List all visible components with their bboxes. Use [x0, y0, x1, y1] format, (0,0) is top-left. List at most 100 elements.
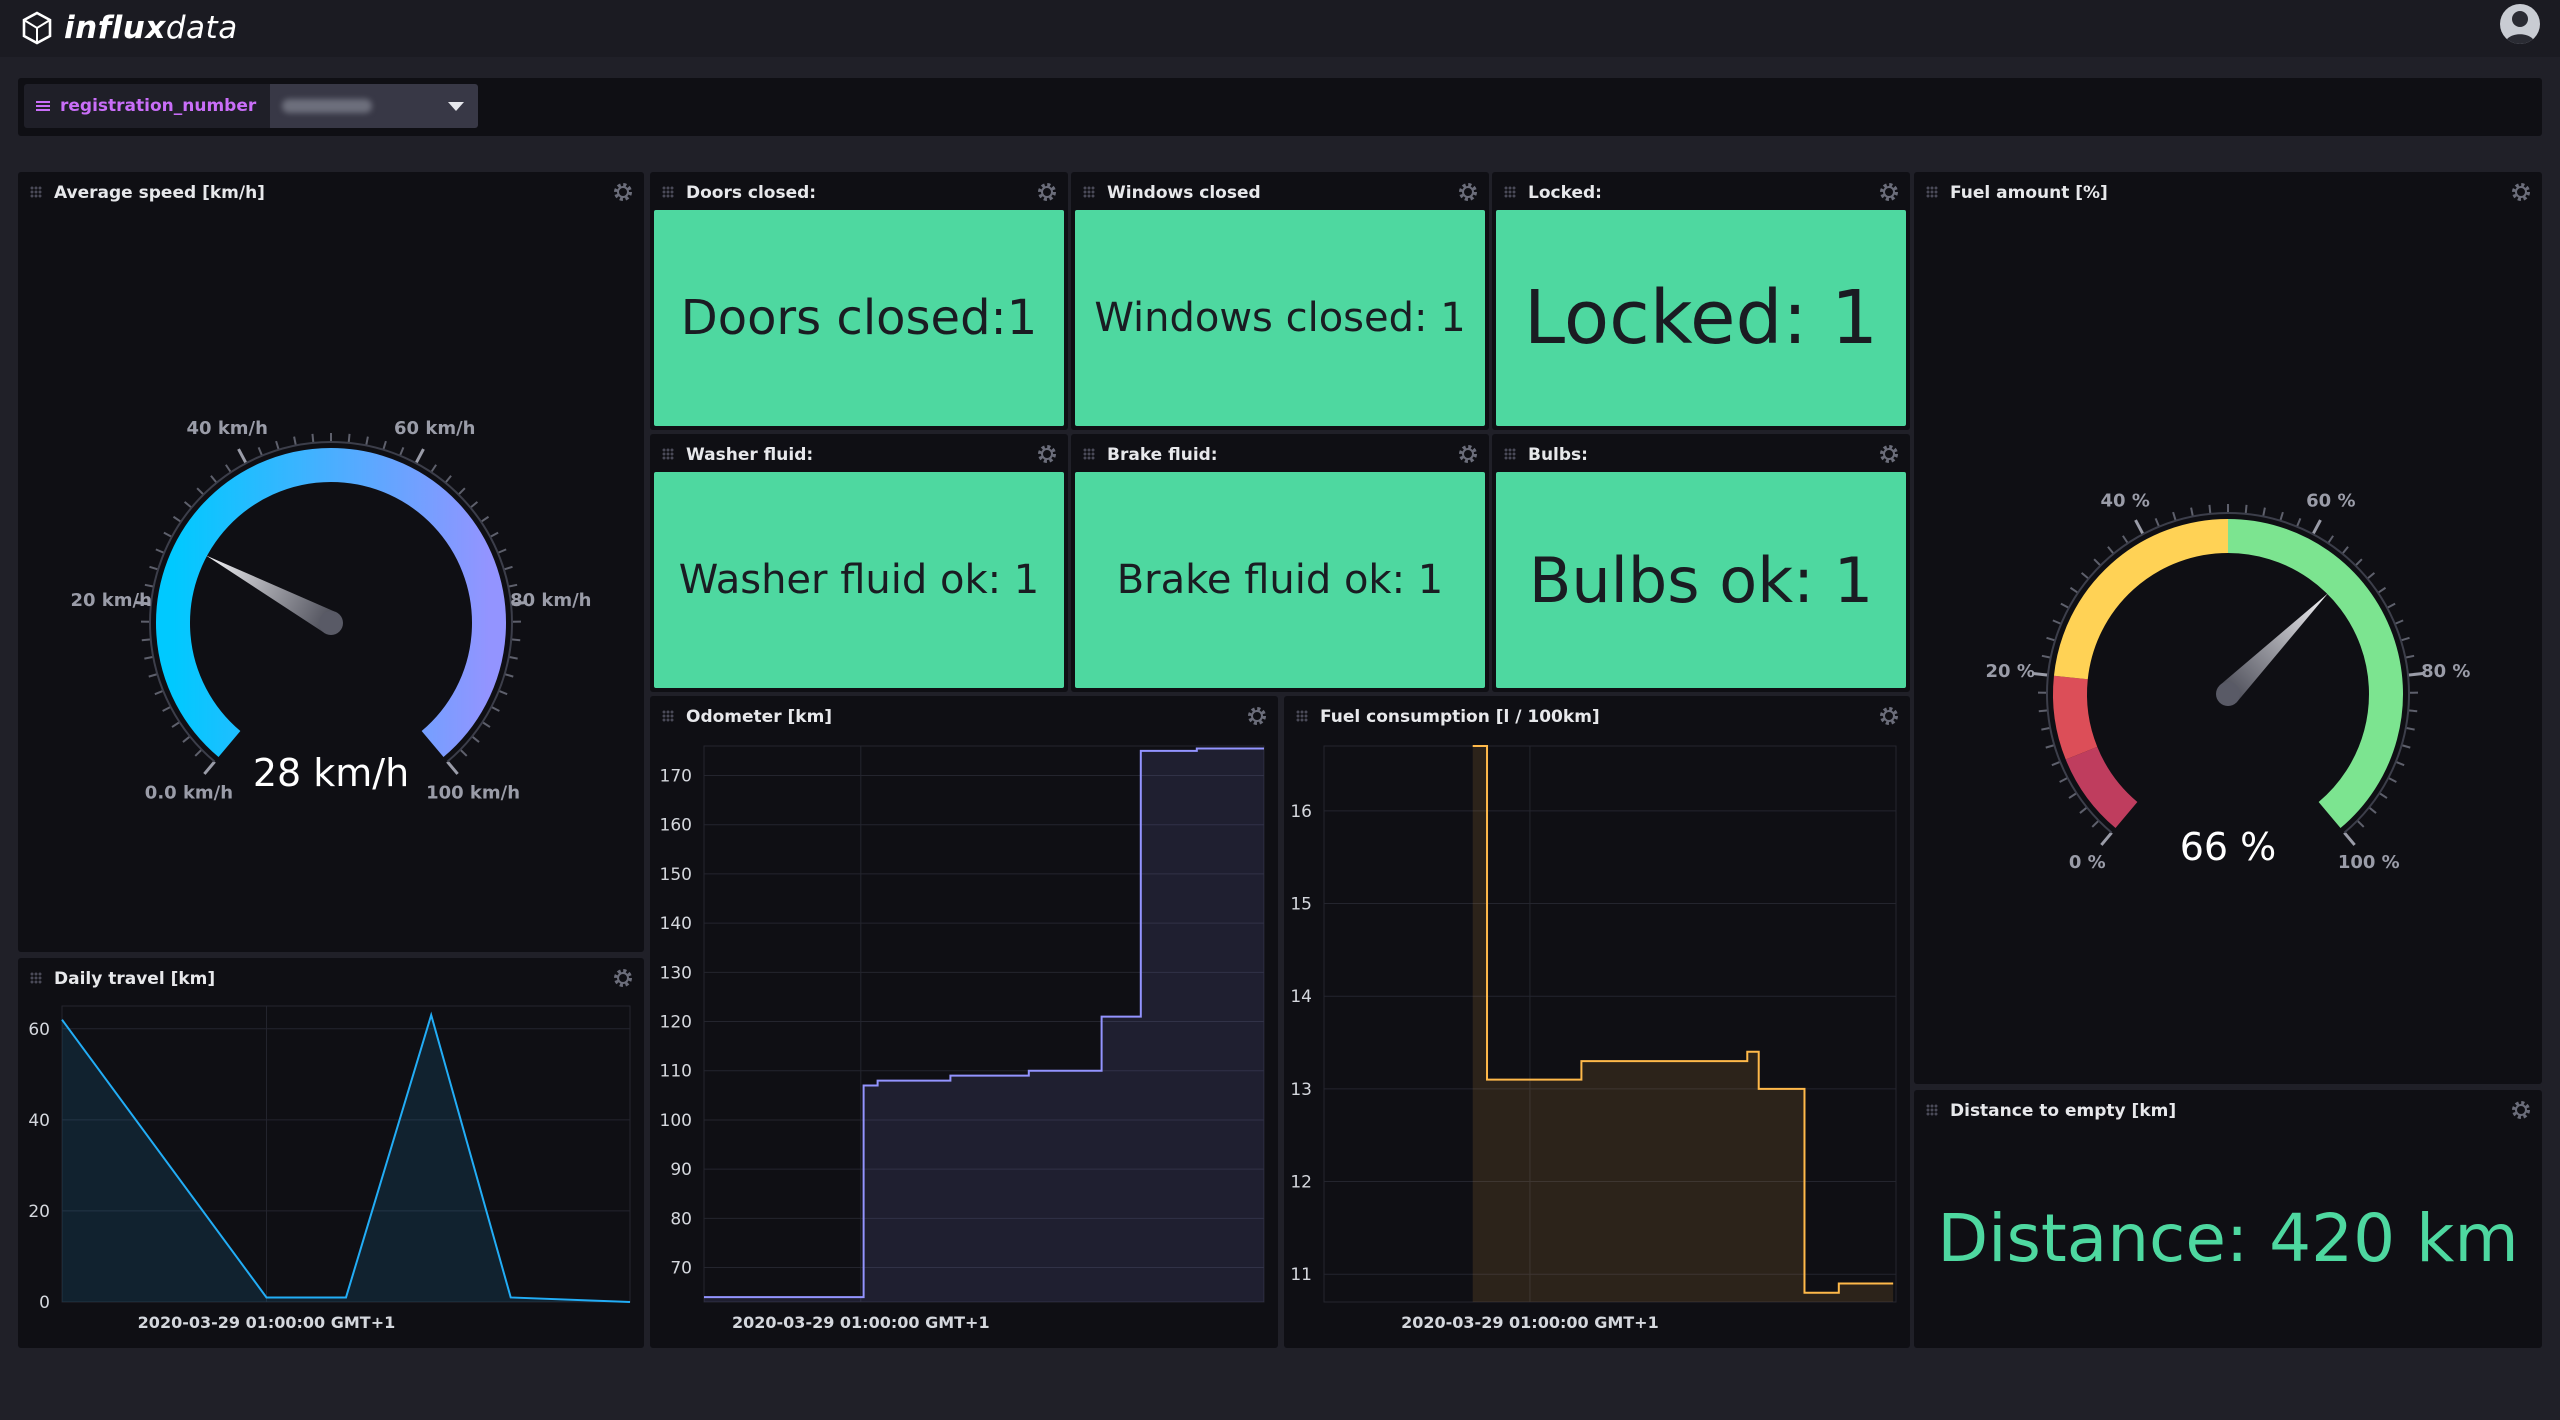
- gauge-minor-tick: [2366, 572, 2376, 580]
- cell-fuel-amount: Fuel amount [%] 0 % 20 % 40 % 60 % 80 % 100 %…: [1914, 172, 2542, 1084]
- drag-handle-icon[interactable]: [1504, 448, 1516, 460]
- gauge-tick-label: 80 %: [2421, 661, 2470, 682]
- cell-locked: Locked: Locked: 1: [1492, 172, 1910, 430]
- gear-icon[interactable]: [2510, 1099, 2532, 1121]
- gauge-minor-tick: [2408, 709, 2418, 713]
- gauge-arc: [156, 448, 506, 758]
- gauge-tick-label: 20 %: [1986, 661, 2035, 682]
- cell-fuel-consumption: Fuel consumption [l / 100km] 11 12 13 14 15 1…: [1284, 696, 1910, 1348]
- y-tick-label: 11: [1290, 1265, 1312, 1285]
- gauge-needle: [206, 555, 337, 634]
- gauge-minor-tick: [171, 721, 181, 728]
- gauge-minor-tick: [257, 446, 263, 457]
- variable-dropdown[interactable]: registration_number: [24, 84, 479, 128]
- drag-handle-icon[interactable]: [1083, 186, 1095, 198]
- gauge-value: 28 km/h: [253, 751, 409, 795]
- gauge-minor-tick: [2107, 546, 2115, 555]
- gauge-tick-label: 20 km/h: [70, 590, 151, 611]
- gauge-minor-tick: [2262, 507, 2266, 517]
- gauge-minor-tick: [2038, 709, 2048, 713]
- y-tick-label: 20: [28, 1202, 50, 1222]
- gauge-major-tick: [2134, 519, 2145, 535]
- gauge-minor-tick: [154, 689, 164, 696]
- cell-title: Distance to empty [km]: [1950, 1101, 2177, 1121]
- gauge-minor-tick: [144, 655, 154, 660]
- gear-icon[interactable]: [1036, 443, 1058, 465]
- gauge-minor-tick: [2395, 760, 2405, 767]
- gear-icon[interactable]: [1457, 443, 1479, 465]
- gauge-minor-tick: [511, 638, 521, 642]
- cell-bulbs: Bulbs: Bulbs ok: 1: [1492, 434, 1910, 692]
- gauge-minor-tick: [311, 433, 315, 443]
- variable-value-select[interactable]: [270, 84, 479, 128]
- logo-text: influxdata: [64, 10, 238, 46]
- cell-washer-fluid: Washer fluid: Washer fluid ok: 1: [650, 434, 1068, 692]
- caret-down-icon[interactable]: [448, 101, 465, 111]
- gauge-minor-tick: [508, 655, 518, 660]
- top-bar: [0, 0, 2560, 57]
- gauge-minor-tick: [480, 515, 490, 523]
- gauge-minor-tick: [2341, 546, 2349, 555]
- y-tick-label: 70: [670, 1259, 692, 1279]
- gauge-major-tick: [414, 448, 425, 464]
- cell-odometer: Odometer [km] 70 80 90 100 110 120 130 140 150 16…: [650, 696, 1278, 1348]
- gauge-minor-tick: [196, 487, 205, 496]
- gauge-minor-tick: [2154, 517, 2160, 528]
- x-tick-label: 2020-03-29 01:00:00 GMT+1: [138, 1313, 396, 1332]
- gear-icon[interactable]: [1878, 443, 1900, 465]
- gauge-minor-tick: [2080, 572, 2090, 580]
- drag-handle-icon[interactable]: [1504, 186, 1516, 198]
- gauge-tick-label: 80 km/h: [510, 590, 591, 611]
- cell-title: Brake fluid:: [1107, 445, 1218, 465]
- daily-travel-chart[interactable]: 0 20 40 60 2020-03-29 01:00:00 GMT+1: [18, 958, 644, 1348]
- y-tick-label: 0: [39, 1293, 50, 1313]
- user-avatar-icon[interactable]: [2500, 4, 2540, 44]
- gauge-minor-tick: [183, 501, 193, 509]
- x-tick-label: 2020-03-29 01:00:00 GMT+1: [732, 1313, 990, 1332]
- gauge-tick-label: 40 %: [2101, 491, 2150, 512]
- gauge-minor-tick: [182, 735, 191, 743]
- drag-handle-icon[interactable]: [662, 448, 674, 460]
- drag-handle-icon[interactable]: [1926, 1104, 1938, 1116]
- y-tick-label: 150: [660, 865, 692, 885]
- variable-name-label: registration_number: [60, 96, 257, 116]
- gauge-minor-tick: [503, 565, 513, 571]
- gauge-minor-tick: [2279, 511, 2284, 522]
- gear-icon[interactable]: [1457, 181, 1479, 203]
- gauge-minor-tick: [141, 638, 151, 642]
- y-tick-label: 170: [660, 767, 692, 787]
- gauge-minor-tick: [172, 515, 182, 523]
- gauge-minor-tick: [2354, 558, 2363, 567]
- gauge-minor-tick: [481, 721, 491, 728]
- series-area: [62, 1015, 630, 1302]
- gauge-minor-tick: [2051, 760, 2061, 767]
- gauge-minor-tick: [2378, 792, 2388, 799]
- gauge-minor-tick: [2041, 654, 2051, 659]
- y-tick-label: 12: [1290, 1173, 1312, 1193]
- drag-handle-icon[interactable]: [1083, 448, 1095, 460]
- gauge-minor-tick: [2377, 586, 2387, 594]
- drag-handle-icon[interactable]: [662, 186, 674, 198]
- gauge-minor-tick: [471, 735, 480, 743]
- gauge-minor-tick: [275, 440, 280, 451]
- gauge-tick-label: 0.0 km/h: [145, 782, 233, 803]
- gear-icon[interactable]: [1036, 181, 1058, 203]
- gauge-minor-tick: [2045, 744, 2055, 749]
- gauge-minor-tick: [498, 689, 508, 696]
- gauge-minor-tick: [2079, 806, 2088, 814]
- influxdata-logo[interactable]: influxdata: [20, 6, 238, 50]
- speed-gauge: 0.0 km/h 20 km/h 40 km/h 60 km/h 80 km/h 100 …: [70, 418, 591, 803]
- odometer-chart[interactable]: 70 80 90 100 110 120 130 140 150 160 170 2020-03-29…: [650, 696, 1278, 1348]
- gauge-minor-tick: [210, 475, 218, 484]
- cell-title: Washer fluid:: [686, 445, 814, 465]
- gauge-minor-tick: [2327, 535, 2334, 544]
- gear-icon[interactable]: [1878, 181, 1900, 203]
- y-tick-label: 110: [660, 1062, 692, 1082]
- gauge-minor-tick: [2041, 726, 2051, 731]
- gauge-minor-tick: [2400, 636, 2410, 642]
- fuel-consumption-chart[interactable]: 11 12 13 14 15 16 2020-03-29 01:00:00 GMT+1: [1284, 696, 1910, 1348]
- gauge-tick-label: 100 km/h: [426, 782, 520, 803]
- gauge-tick-label: 40 km/h: [187, 418, 268, 439]
- y-tick-label: 90: [670, 1160, 692, 1180]
- gauge-tick-label: 0 %: [2069, 852, 2106, 873]
